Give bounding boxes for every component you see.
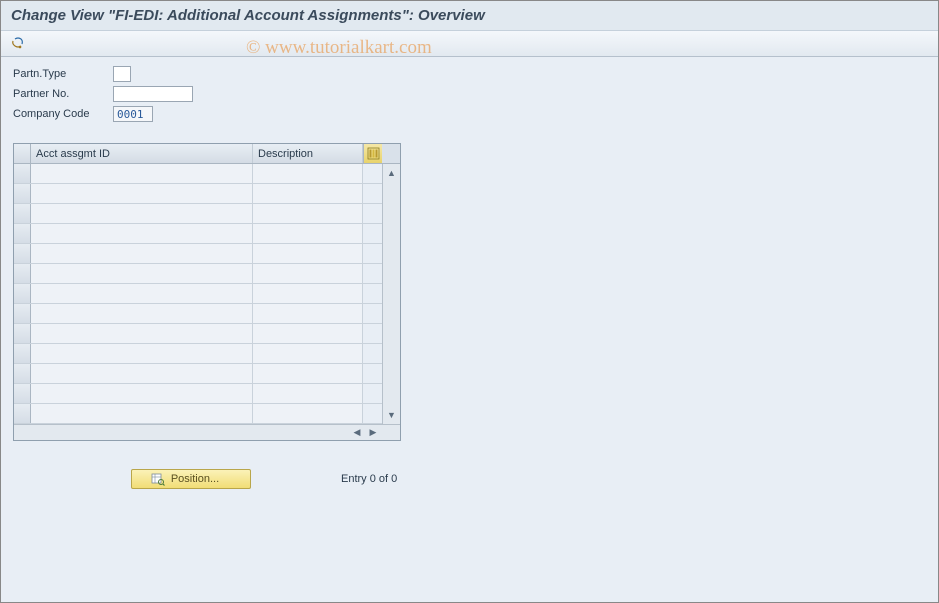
cell-description[interactable] (253, 184, 363, 203)
table-row (14, 184, 382, 204)
row-selector[interactable] (14, 324, 31, 343)
cell-acct-assgmt-id[interactable] (31, 244, 253, 263)
table-row (14, 344, 382, 364)
alv-grid: Acct assgmt ID Description ▲ ▼ ◀ ▶ (13, 143, 401, 441)
header-fields: Partn.Type Partner No. Company Code (1, 57, 938, 129)
company-code-label: Company Code (13, 108, 113, 120)
row-selector[interactable] (14, 404, 31, 423)
cell-description[interactable] (253, 304, 363, 323)
entry-counter: Entry 0 of 0 (341, 473, 397, 485)
row-selector[interactable] (14, 264, 31, 283)
table-row (14, 204, 382, 224)
row-selector[interactable] (14, 384, 31, 403)
row-selector[interactable] (14, 344, 31, 363)
partn-type-label: Partn.Type (13, 68, 113, 80)
row-selector[interactable] (14, 364, 31, 383)
table-row (14, 264, 382, 284)
table-row (14, 304, 382, 324)
table-row (14, 164, 382, 184)
row-selector[interactable] (14, 304, 31, 323)
table-row (14, 384, 382, 404)
select-all-handle[interactable] (14, 144, 31, 163)
row-selector[interactable] (14, 244, 31, 263)
cell-description[interactable] (253, 204, 363, 223)
partner-no-label: Partner No. (13, 88, 113, 100)
scroll-down-icon[interactable]: ▼ (385, 408, 399, 422)
scroll-right-icon[interactable]: ▶ (366, 426, 380, 440)
table-row (14, 404, 382, 424)
scroll-left-icon[interactable]: ◀ (350, 426, 364, 440)
cell-acct-assgmt-id[interactable] (31, 184, 253, 203)
cell-description[interactable] (253, 264, 363, 283)
row-selector[interactable] (14, 164, 31, 183)
row-selector[interactable] (14, 204, 31, 223)
row-selector[interactable] (14, 284, 31, 303)
cell-acct-assgmt-id[interactable] (31, 164, 253, 183)
cell-acct-assgmt-id[interactable] (31, 224, 253, 243)
cell-description[interactable] (253, 284, 363, 303)
company-code-input[interactable] (113, 106, 153, 122)
partner-no-input[interactable] (113, 86, 193, 102)
cell-description[interactable] (253, 364, 363, 383)
cell-acct-assgmt-id[interactable] (31, 384, 253, 403)
horizontal-scrollbar[interactable]: ◀ ▶ (14, 424, 400, 440)
cell-description[interactable] (253, 404, 363, 423)
cell-description[interactable] (253, 244, 363, 263)
cell-description[interactable] (253, 224, 363, 243)
table-row (14, 224, 382, 244)
cell-description[interactable] (253, 344, 363, 363)
cell-acct-assgmt-id[interactable] (31, 264, 253, 283)
table-row (14, 324, 382, 344)
cell-acct-assgmt-id[interactable] (31, 344, 253, 363)
scroll-up-icon[interactable]: ▲ (385, 166, 399, 180)
cell-acct-assgmt-id[interactable] (31, 364, 253, 383)
footer: Position... Entry 0 of 0 (131, 469, 938, 489)
cell-acct-assgmt-id[interactable] (31, 404, 253, 423)
vertical-scrollbar[interactable]: ▲ ▼ (382, 164, 400, 424)
table-row (14, 364, 382, 384)
row-selector[interactable] (14, 184, 31, 203)
cell-acct-assgmt-id[interactable] (31, 324, 253, 343)
position-button-label: Position... (171, 473, 219, 485)
page-title: Change View "FI-EDI: Additional Account … (1, 1, 938, 31)
cell-description[interactable] (253, 324, 363, 343)
position-button[interactable]: Position... (131, 469, 251, 489)
table-settings-icon[interactable] (363, 144, 382, 163)
table-row (14, 284, 382, 304)
cell-acct-assgmt-id[interactable] (31, 284, 253, 303)
position-icon (151, 472, 165, 486)
cell-description[interactable] (253, 164, 363, 183)
toolbar (1, 31, 938, 57)
cell-acct-assgmt-id[interactable] (31, 304, 253, 323)
row-selector[interactable] (14, 224, 31, 243)
partn-type-input[interactable] (113, 66, 131, 82)
cell-acct-assgmt-id[interactable] (31, 204, 253, 223)
cell-description[interactable] (253, 384, 363, 403)
toggle-display-change-icon[interactable] (9, 35, 27, 53)
table-row (14, 244, 382, 264)
column-header-description[interactable]: Description (253, 144, 363, 163)
column-header-acct-assgmt-id[interactable]: Acct assgmt ID (31, 144, 253, 163)
